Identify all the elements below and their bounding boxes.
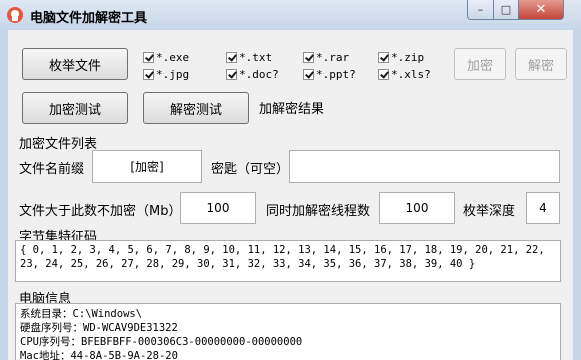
close-icon: ✕ — [535, 2, 547, 17]
threads-label: 同时加解密线程数 — [266, 204, 371, 219]
checkbox-checked-icon — [303, 69, 314, 80]
minimize-icon: – — [477, 3, 484, 16]
decrypt-test-button[interactable]: 解密测试 — [143, 92, 249, 124]
filetype-exe[interactable]: *.exe — [143, 51, 189, 64]
checkbox-checked-icon — [303, 52, 314, 63]
minimize-button[interactable]: – — [467, 0, 494, 20]
charset-textarea[interactable]: { 0, 1, 2, 3, 4, 5, 6, 7, 8, 9, 10, 11, … — [15, 240, 561, 282]
window-frame-left — [0, 30, 8, 360]
close-button[interactable]: ✕ — [518, 0, 564, 20]
checkbox-checked-icon — [226, 52, 237, 63]
filetype-rar[interactable]: *.rar — [303, 51, 349, 64]
size-limit-input[interactable]: 100 — [180, 192, 256, 224]
maximize-button[interactable]: □ — [493, 0, 519, 20]
checkbox-checked-icon — [378, 69, 389, 80]
charset-line: { 0, 1, 2, 3, 4, 5, 6, 7, 8, 9, 10, 11, … — [20, 244, 545, 256]
prefix-label: 文件名前缀 — [19, 162, 85, 177]
filetype-xls[interactable]: *.xls? — [378, 68, 431, 81]
filetype-txt[interactable]: *.txt — [226, 51, 272, 64]
key-label: 密匙（可空） — [211, 162, 290, 177]
checkbox-checked-icon — [143, 52, 154, 63]
pcinfo-line: 硬盘序列号：WD-WCAV9DE31322 — [20, 322, 178, 334]
enumerate-files-button[interactable]: 枚举文件 — [22, 48, 128, 80]
depth-label: 枚举深度 — [463, 204, 516, 219]
checkbox-checked-icon — [226, 69, 237, 80]
encrypt-test-button[interactable]: 加密测试 — [22, 92, 128, 124]
app-icon — [7, 7, 23, 23]
depth-input[interactable]: 4 — [526, 192, 560, 224]
encrypted-file-list-title: 加密文件列表 — [19, 137, 98, 152]
key-input[interactable] — [289, 150, 560, 183]
app-window: 电脑文件加解密工具 – □ ✕ 枚举文件 *.exe *.txt *.rar *… — [0, 0, 581, 360]
pcinfo-textarea[interactable]: 系统目录：C:\Windows\ 硬盘序列号：WD-WCAV9DE31322 CPU… — [15, 303, 561, 360]
result-label: 加解密结果 — [259, 102, 325, 117]
decrypt-button[interactable]: 解密 — [515, 48, 567, 80]
checkbox-checked-icon — [143, 69, 154, 80]
charset-line: 23, 24, 25, 26, 27, 28, 29, 30, 31, 32, … — [20, 258, 476, 270]
title-bar: 电脑文件加解密工具 – □ ✕ — [0, 0, 581, 30]
checkbox-checked-icon — [378, 52, 389, 63]
filetype-zip[interactable]: *.zip — [378, 51, 424, 64]
threads-input[interactable]: 100 — [379, 192, 455, 224]
window-frame-right — [573, 30, 581, 360]
filetype-jpg[interactable]: *.jpg — [143, 68, 189, 81]
maximize-icon: □ — [500, 3, 512, 16]
filetype-ppt[interactable]: *.ppt? — [303, 68, 356, 81]
prefix-input[interactable]: [加密] — [92, 150, 202, 183]
pcinfo-line: CPU序列号：BFEBFBFF-000306C3-00000000-000000… — [20, 336, 303, 348]
encrypt-button[interactable]: 加密 — [454, 48, 506, 80]
pcinfo-line: 系统目录：C:\Windows\ — [20, 308, 143, 320]
window-title: 电脑文件加解密工具 — [30, 11, 148, 26]
filetype-doc[interactable]: *.doc? — [226, 68, 279, 81]
pcinfo-line: Mac地址：44-8A-5B-9A-28-20 — [20, 350, 178, 360]
client-area: 枚举文件 *.exe *.txt *.rar *.zip *.jpg *.doc… — [8, 30, 573, 360]
size-limit-label: 文件大于此数不加密（Mb） — [19, 204, 182, 219]
